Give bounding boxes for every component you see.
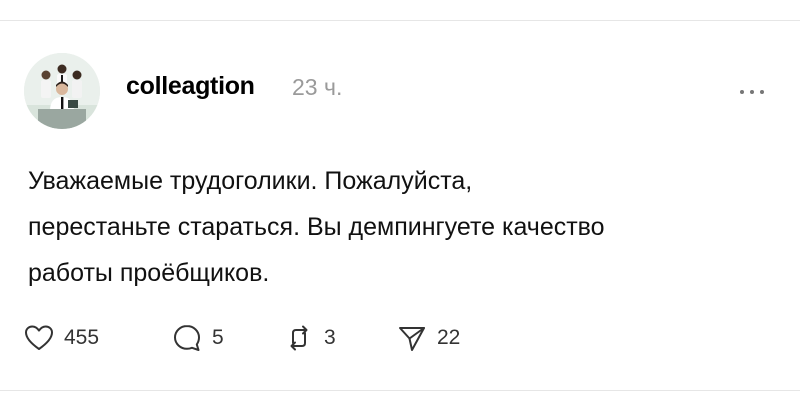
bottom-divider — [0, 390, 800, 391]
like-count: 455 — [64, 326, 100, 349]
paper-plane-icon — [399, 327, 425, 351]
like-button[interactable]: 455 — [24, 318, 99, 358]
avatar-image — [24, 53, 100, 129]
share-button[interactable]: 22 — [397, 318, 460, 358]
avatar[interactable] — [24, 53, 100, 129]
author-name[interactable]: colleagtion — [126, 72, 255, 101]
post-timestamp: 23 ч. — [292, 74, 343, 100]
ellipsis-icon — [740, 90, 764, 94]
post-text: Уважаемые трудоголики. Пожалуйста, перес… — [28, 167, 605, 287]
repost-button[interactable]: 3 — [284, 318, 336, 358]
share-count: 22 — [437, 326, 461, 349]
reply-button[interactable]: 5 — [172, 318, 224, 358]
repost-count: 3 — [324, 326, 336, 349]
speech-bubble-icon — [174, 325, 200, 351]
top-divider — [0, 20, 800, 21]
more-options-button[interactable] — [736, 82, 768, 102]
repost-arrows-icon — [290, 325, 308, 351]
heart-icon — [25, 325, 53, 350]
reply-count: 5 — [212, 326, 224, 349]
